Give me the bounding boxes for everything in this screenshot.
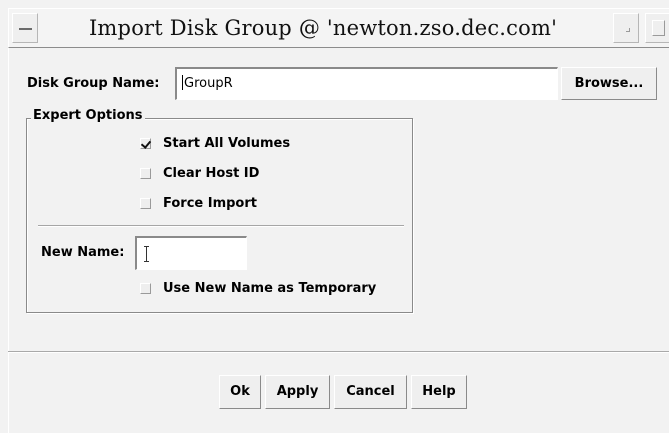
minimize-button[interactable] (613, 13, 639, 43)
new-name-input[interactable] (135, 236, 247, 270)
window-border (8, 48, 9, 433)
clear-host-id-label: Clear Host ID (163, 166, 260, 181)
start-all-volumes-label: Start All Volumes (163, 136, 291, 151)
force-import-label: Force Import (163, 196, 257, 211)
use-new-name-temporary-label: Use New Name as Temporary (163, 281, 377, 296)
window-menu-button[interactable] (12, 13, 38, 43)
checkbox-box (140, 198, 151, 209)
checkbox-box (140, 168, 151, 179)
options-divider (38, 225, 404, 227)
checkmark-icon (140, 138, 151, 149)
browse-button[interactable]: Browse... (561, 67, 657, 100)
cancel-button[interactable]: Cancel (334, 375, 407, 409)
window-menu-icon (19, 28, 32, 30)
maximize-icon (652, 20, 665, 36)
ibeam-cursor-icon (144, 246, 149, 262)
title-bar[interactable]: Import Disk Group @ 'newton.zso.dec.com' (8, 8, 669, 48)
disk-group-name-value: GroupR (184, 76, 233, 91)
apply-button[interactable]: Apply (265, 375, 330, 409)
expert-options-legend: Expert Options (31, 108, 145, 124)
disk-group-name-input[interactable]: GroupR (175, 67, 558, 100)
checkbox-box (140, 283, 151, 294)
help-button[interactable]: Help (411, 375, 467, 409)
text-cursor (182, 75, 183, 90)
new-name-label: New Name: (41, 245, 125, 260)
button-area-separator (8, 351, 669, 353)
maximize-button[interactable] (645, 13, 669, 43)
minimize-icon (626, 28, 630, 32)
disk-group-name-label: Disk Group Name: (27, 76, 160, 91)
import-disk-group-dialog: Import Disk Group @ 'newton.zso.dec.com'… (0, 0, 669, 433)
ok-button[interactable]: Ok (219, 375, 261, 409)
window-title: Import Disk Group @ 'newton.zso.dec.com' (88, 16, 558, 40)
